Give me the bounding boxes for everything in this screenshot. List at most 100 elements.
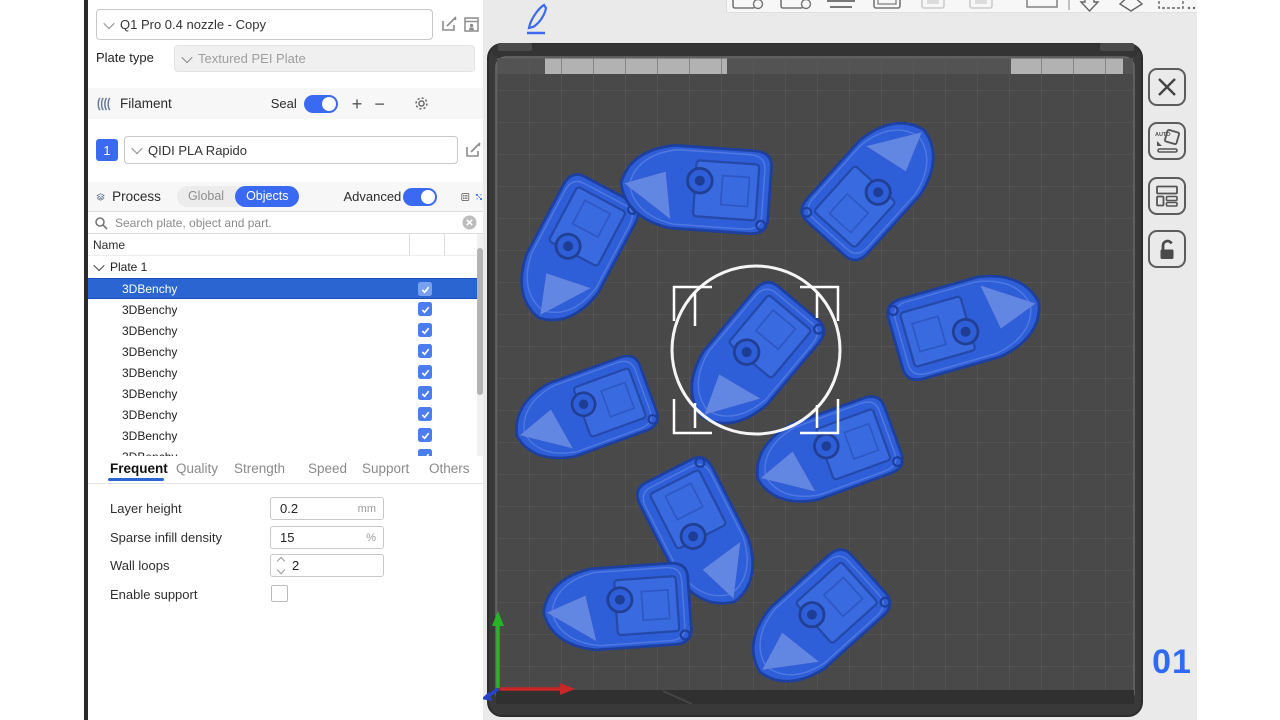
tab-frequent[interactable]: Frequent	[110, 461, 168, 476]
process-title: Process	[112, 189, 161, 204]
seal-toggle[interactable]	[304, 95, 338, 113]
delete-all-button[interactable]	[1148, 68, 1186, 106]
tab-support[interactable]: Support	[362, 461, 409, 476]
filament-value: QIDI PLA Rapido	[148, 143, 247, 158]
layer-height-input[interactable]	[278, 500, 342, 517]
add-filament-button[interactable]: +	[352, 95, 363, 113]
process-section-header: Process Global Objects Advanced	[88, 182, 483, 211]
viewport-3d[interactable]: AUTO 01	[483, 0, 1197, 720]
active-tab-underline	[108, 478, 164, 481]
search-icon	[94, 216, 108, 230]
sidebar: Q1 Pro 0.4 nozzle - Copy Plate type Text…	[88, 0, 484, 720]
tree-plate-row[interactable]: Plate 1	[88, 256, 483, 278]
infill-input[interactable]	[278, 529, 342, 546]
filament-slot-badge[interactable]: 1	[96, 139, 118, 161]
print-checkbox[interactable]	[418, 344, 432, 358]
tree-expand-icon[interactable]	[93, 260, 104, 271]
print-checkbox[interactable]	[418, 407, 432, 421]
infill-label: Sparse infill density	[110, 530, 222, 545]
tab-speed[interactable]: Speed	[308, 461, 347, 476]
chevron-down-icon	[131, 143, 142, 154]
clear-search-icon[interactable]	[462, 215, 477, 230]
list-item[interactable]: 3DBenchy	[88, 425, 477, 446]
remove-filament-button[interactable]: −	[374, 95, 385, 113]
infill-field: %	[270, 526, 384, 549]
print-checkbox[interactable]	[418, 365, 432, 379]
parameter-list-icon[interactable]	[461, 189, 470, 205]
tab-others[interactable]: Others	[429, 461, 470, 476]
tab-strength[interactable]: Strength	[234, 461, 285, 476]
scope-objects-button[interactable]: Objects	[235, 186, 299, 207]
list-item[interactable]: 3DBenchy	[88, 299, 477, 320]
column-divider	[444, 234, 445, 256]
compare-parameters-icon[interactable]	[475, 189, 483, 205]
plate-label: Plate 1	[110, 260, 147, 274]
plate-type-value: Textured PEI Plate	[198, 51, 306, 66]
wall-loops-field	[270, 554, 384, 577]
plate-back-rim	[492, 44, 1138, 57]
seal-label: Seal	[271, 96, 297, 111]
scope-global-button[interactable]: Global	[177, 186, 235, 207]
wall-loops-input[interactable]	[290, 557, 354, 574]
print-checkbox[interactable]	[418, 386, 432, 400]
plate-clip-left	[498, 43, 532, 51]
slicer-window: Q1 Pro 0.4 nozzle - Copy Plate type Text…	[0, 0, 1280, 720]
filament-settings-gear-icon[interactable]	[413, 95, 430, 112]
plate-front-lip	[496, 690, 1134, 704]
list-item[interactable]: 3DBenchy	[88, 446, 477, 456]
filament-title: Filament	[120, 96, 172, 111]
arrange-icon	[1154, 183, 1180, 209]
lock-button[interactable]	[1148, 230, 1186, 268]
list-item[interactable]: 3DBenchy	[88, 341, 477, 362]
list-item[interactable]: 3DBenchy	[88, 404, 477, 425]
tab-quality[interactable]: Quality	[176, 461, 218, 476]
auto-orient-button[interactable]: AUTO	[1148, 122, 1186, 160]
wall-loops-label: Wall loops	[110, 558, 169, 573]
arrange-button[interactable]	[1148, 177, 1186, 215]
printer-preset-dropdown[interactable]: Q1 Pro 0.4 nozzle - Copy	[96, 9, 433, 40]
plate-clip-right	[1100, 43, 1134, 51]
chevron-down-icon	[103, 17, 114, 28]
auto-orient-icon: AUTO	[1153, 127, 1181, 155]
list-item[interactable]: 3DBenchy	[88, 278, 477, 299]
list-item[interactable]: 3DBenchy	[88, 383, 477, 404]
chevron-down-icon	[181, 51, 192, 62]
build-plate-scene[interactable]	[483, 0, 1197, 720]
plate-type-label: Plate type	[96, 50, 154, 65]
advanced-label: Advanced	[343, 189, 401, 204]
print-checkbox[interactable]	[418, 282, 432, 296]
edit-filament-icon[interactable]	[464, 141, 483, 160]
print-checkbox[interactable]	[418, 302, 432, 316]
search-bar	[88, 211, 483, 234]
printer-preset-value: Q1 Pro 0.4 nozzle - Copy	[120, 17, 266, 32]
layer-height-unit: mm	[358, 503, 376, 515]
wall-loops-stepper[interactable]	[278, 558, 284, 573]
filament-icon	[96, 96, 113, 112]
process-layers-icon	[96, 189, 105, 205]
list-item[interactable]: 3DBenchy	[88, 320, 477, 341]
process-scope-switch: Global Objects	[177, 186, 300, 207]
svg-text:AUTO: AUTO	[1155, 132, 1171, 138]
print-checkbox[interactable]	[418, 323, 432, 337]
enable-support-label: Enable support	[110, 587, 197, 602]
column-divider	[409, 234, 410, 256]
plate-type-dropdown[interactable]: Textured PEI Plate	[174, 45, 475, 72]
infill-unit: %	[366, 532, 376, 544]
close-icon	[1154, 74, 1180, 100]
print-checkbox[interactable]	[418, 449, 432, 456]
advanced-toggle[interactable]	[403, 188, 437, 206]
search-input[interactable]	[113, 215, 457, 231]
preset-manager-icon[interactable]	[462, 15, 481, 34]
print-checkbox[interactable]	[418, 428, 432, 442]
filament-dropdown[interactable]: QIDI PLA Rapido	[124, 136, 458, 164]
object-list: 3DBenchy 3DBenchy 3DBenchy 3DBenchy 3DBe…	[88, 278, 477, 456]
left-gutter	[0, 0, 84, 720]
enable-support-checkbox[interactable]	[271, 585, 288, 602]
edit-preset-icon[interactable]	[440, 15, 459, 34]
layer-height-label: Layer height	[110, 501, 182, 516]
list-item[interactable]: 3DBenchy	[88, 362, 477, 383]
layer-height-field: mm	[270, 497, 384, 520]
filament-section-header: Filament Seal + −	[88, 88, 483, 119]
plate-number-label[interactable]: 01	[1143, 643, 1197, 682]
unlocked-padlock-icon	[1154, 236, 1180, 262]
